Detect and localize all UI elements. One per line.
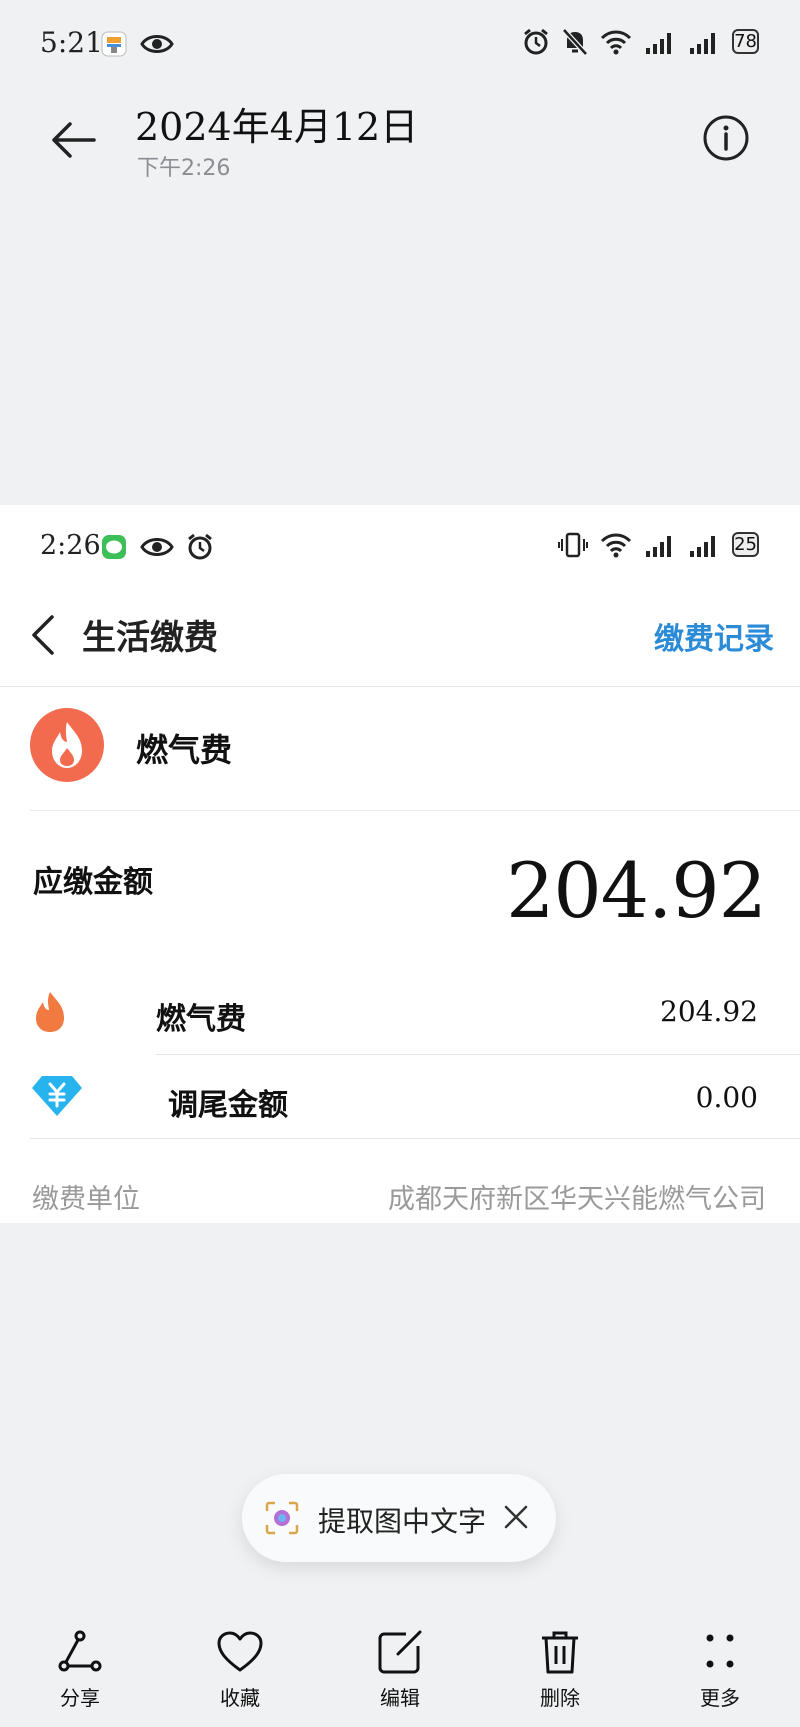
divider — [0, 686, 800, 687]
flame-icon — [52, 722, 82, 768]
inner-status-right-icons: 25 — [558, 532, 760, 558]
chevron-left-icon — [32, 615, 54, 655]
outer-status-right-icons: 78 — [522, 28, 760, 56]
battery-icon: 78 — [732, 29, 760, 54]
wifi-icon — [601, 533, 632, 558]
more-label: 更多 — [700, 1686, 740, 1710]
edit-button[interactable]: 编辑 — [350, 1630, 450, 1711]
inner-page-title: 生活缴费 — [82, 618, 218, 658]
biller-name: 燃气费 — [136, 731, 233, 769]
battery-level: 78 — [732, 29, 759, 54]
share-label: 分享 — [60, 1686, 100, 1710]
alarm-icon — [188, 533, 212, 560]
wifi-icon — [601, 30, 632, 55]
heart-icon — [217, 1631, 263, 1672]
image-time-subtitle: 下午2:26 — [137, 156, 231, 181]
extract-text-button[interactable]: 提取图中文字 — [318, 1500, 486, 1540]
edit-label: 编辑 — [380, 1686, 420, 1710]
more-dots-icon — [706, 1634, 734, 1668]
amount-due-label: 应缴金额 — [33, 865, 153, 900]
delete-label: 删除 — [540, 1686, 580, 1710]
bill-item-value: 204.92 — [660, 995, 758, 1028]
inner-status-time: 2:26 — [40, 530, 101, 561]
payment-record-link: 缴费记录 — [654, 622, 774, 657]
favorite-label: 收藏 — [220, 1686, 260, 1710]
diamond-yuan-icon — [32, 1076, 82, 1116]
bill-item-label: 调尾金额 — [168, 1088, 288, 1123]
signal-icon-2 — [690, 536, 716, 557]
outer-status-left-icons — [100, 30, 174, 58]
more-button[interactable]: 更多 — [670, 1630, 770, 1711]
divider — [30, 1138, 800, 1139]
signal-icon — [646, 33, 672, 54]
delete-button[interactable]: 删除 — [510, 1630, 610, 1711]
vibrate-icon — [558, 532, 589, 558]
share-button[interactable]: 分享 — [30, 1630, 130, 1711]
battery-icon: 25 — [732, 532, 760, 557]
divider — [30, 810, 800, 811]
close-icon[interactable] — [502, 1503, 530, 1531]
info-button[interactable] — [702, 114, 750, 162]
payment-unit-label: 缴费单位 — [32, 1184, 140, 1215]
amount-due-value: 204.92 — [506, 846, 767, 935]
flame-icon — [36, 992, 64, 1032]
signal-icon — [646, 536, 672, 557]
wechat-icon — [102, 535, 126, 559]
inner-status-left-icons — [100, 533, 214, 561]
bill-item-label: 燃气费 — [156, 1002, 246, 1037]
outer-status-time: 5:21 — [40, 26, 103, 59]
bell-off-icon — [562, 28, 588, 56]
bill-item-value: 0.00 — [695, 1081, 758, 1114]
favorite-button[interactable]: 收藏 — [190, 1630, 290, 1711]
image-date-title: 2024年4月12日 — [135, 105, 419, 149]
eye-icon — [140, 35, 174, 53]
text-scan-icon — [265, 1501, 299, 1535]
eye-icon — [140, 538, 174, 556]
alarm-icon — [524, 28, 549, 55]
edit-icon — [378, 1630, 422, 1674]
gas-logo — [30, 708, 104, 782]
share-icon — [58, 1630, 102, 1672]
trash-icon — [542, 1631, 578, 1674]
back-arrow-icon[interactable] — [48, 114, 100, 166]
divider — [156, 1054, 800, 1055]
app-notification-icon — [101, 31, 127, 57]
payment-unit-value: 成都天府新区华天兴能燃气公司 — [388, 1184, 766, 1215]
signal-icon-2 — [690, 33, 716, 54]
battery-level: 25 — [732, 532, 759, 557]
